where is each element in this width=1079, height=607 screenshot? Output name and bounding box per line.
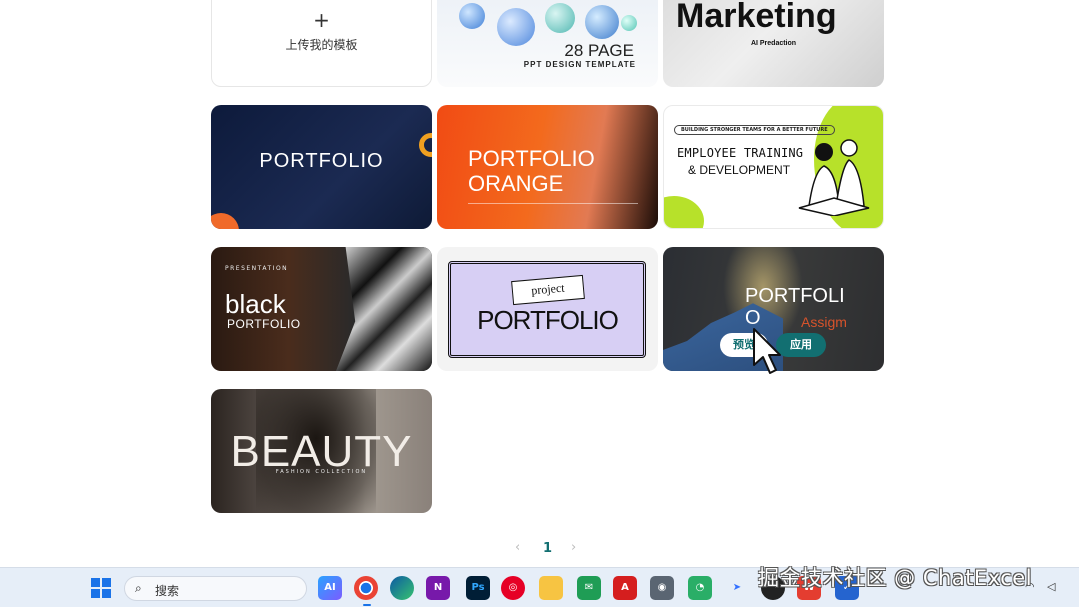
template-title: PORTFOLIO ORANGE xyxy=(468,146,595,196)
search-placeholder: 搜索 xyxy=(155,584,180,598)
template-title-line-1: EMPLOYEE TRAINING xyxy=(677,146,804,160)
template-title: black xyxy=(225,289,286,319)
template-card-marketing[interactable]: Marketing AI Predaction xyxy=(663,0,884,87)
wechat-icon[interactable]: ◔ xyxy=(688,576,712,600)
decor-ball xyxy=(497,8,535,46)
mouse-cursor-icon xyxy=(753,328,781,374)
plus-icon: + xyxy=(313,8,330,32)
prev-page-button[interactable]: ‹ xyxy=(515,540,520,555)
netease-music-icon[interactable]: ◎ xyxy=(501,576,525,600)
photoshop-icon[interactable]: Ps xyxy=(466,576,490,600)
decor-ball xyxy=(545,3,575,33)
template-title: PORTFOLIO xyxy=(259,150,384,172)
title-line-2: ORANGE xyxy=(468,171,564,196)
camera-icon[interactable]: ◉ xyxy=(650,576,674,600)
onenote-icon[interactable]: N xyxy=(426,576,450,600)
decor-circle xyxy=(211,213,239,229)
chrome-icon[interactable] xyxy=(354,576,378,600)
decor-blob xyxy=(664,196,704,228)
template-title-line-2: & DEVELOPMENT xyxy=(688,163,791,177)
template-card-black-portfolio[interactable]: PRESENTATION black PORTFOLIO xyxy=(211,247,432,371)
template-subtitle: FASHION COLLECTION xyxy=(275,469,368,475)
template-tag: BUILDING STRONGER TEAMS FOR A BETTER FUT… xyxy=(674,125,835,135)
decor-ball xyxy=(621,15,637,31)
feishu-icon[interactable]: ➤ xyxy=(725,576,749,600)
template-card-project-portfolio[interactable]: project PORTFOLIO xyxy=(437,247,658,371)
title-line-1: PORTFOLIO xyxy=(468,146,595,171)
divider xyxy=(468,203,638,204)
search-icon: ⌕ xyxy=(135,581,142,595)
template-card-employee-training[interactable]: BUILDING STRONGER TEAMS FOR A BETTER FUT… xyxy=(663,105,884,229)
acrobat-icon[interactable]: A xyxy=(613,576,637,600)
file-explorer-icon[interactable] xyxy=(539,576,563,600)
taskbar-search-box[interactable]: ⌕ 搜索 xyxy=(124,576,307,601)
pagination: ‹ 1 › xyxy=(0,540,1079,558)
template-title-line-2: PORTFOLIO xyxy=(227,317,301,331)
template-card-28-page[interactable]: 28 PAGE PPT DESIGN TEMPLATE xyxy=(437,0,658,87)
template-subtitle: AI Predaction xyxy=(750,40,797,47)
active-indicator xyxy=(363,604,371,606)
upload-template-card[interactable]: + 上传我的模板 xyxy=(211,0,432,87)
template-card-portfolio-orange[interactable]: PORTFOLIO ORANGE xyxy=(437,105,658,229)
decor-ball xyxy=(459,3,485,29)
template-label: PRESENTATION xyxy=(225,265,289,272)
watermark: 掘金技术社区 @ ChatExcel xyxy=(758,566,1033,590)
copilot-icon[interactable]: AI xyxy=(318,576,342,600)
template-gallery-page: + 上传我的模板 28 PAGE PPT DESIGN TEMPLATE Mar… xyxy=(0,0,1079,607)
apply-button[interactable]: 应用 xyxy=(776,333,826,357)
template-title: 28 PAGE xyxy=(564,41,634,60)
windows-start-icon[interactable] xyxy=(91,578,111,598)
edge-icon[interactable] xyxy=(390,576,414,600)
template-card-portfolio-dark[interactable]: PORTFOLIO xyxy=(211,105,432,229)
template-card-beauty[interactable]: BEAUTY FASHION COLLECTION xyxy=(211,389,432,513)
mail-icon[interactable]: ✉ xyxy=(577,576,601,600)
decor-ball xyxy=(585,5,619,39)
template-title: Marketing xyxy=(676,0,837,35)
upload-template-label: 上传我的模板 xyxy=(285,38,358,52)
volume-icon[interactable]: ◁ xyxy=(1047,580,1055,593)
template-title: PORTFOLI xyxy=(745,285,845,307)
next-page-button[interactable]: › xyxy=(571,540,576,555)
page-number-current[interactable]: 1 xyxy=(543,541,552,556)
template-subtitle-line-1: Assigm xyxy=(801,314,847,330)
people-illustration xyxy=(798,139,870,216)
decor-collage xyxy=(336,247,432,371)
template-title: PORTFOLIO xyxy=(477,305,619,335)
template-subtitle: PPT DESIGN TEMPLATE xyxy=(523,60,636,69)
